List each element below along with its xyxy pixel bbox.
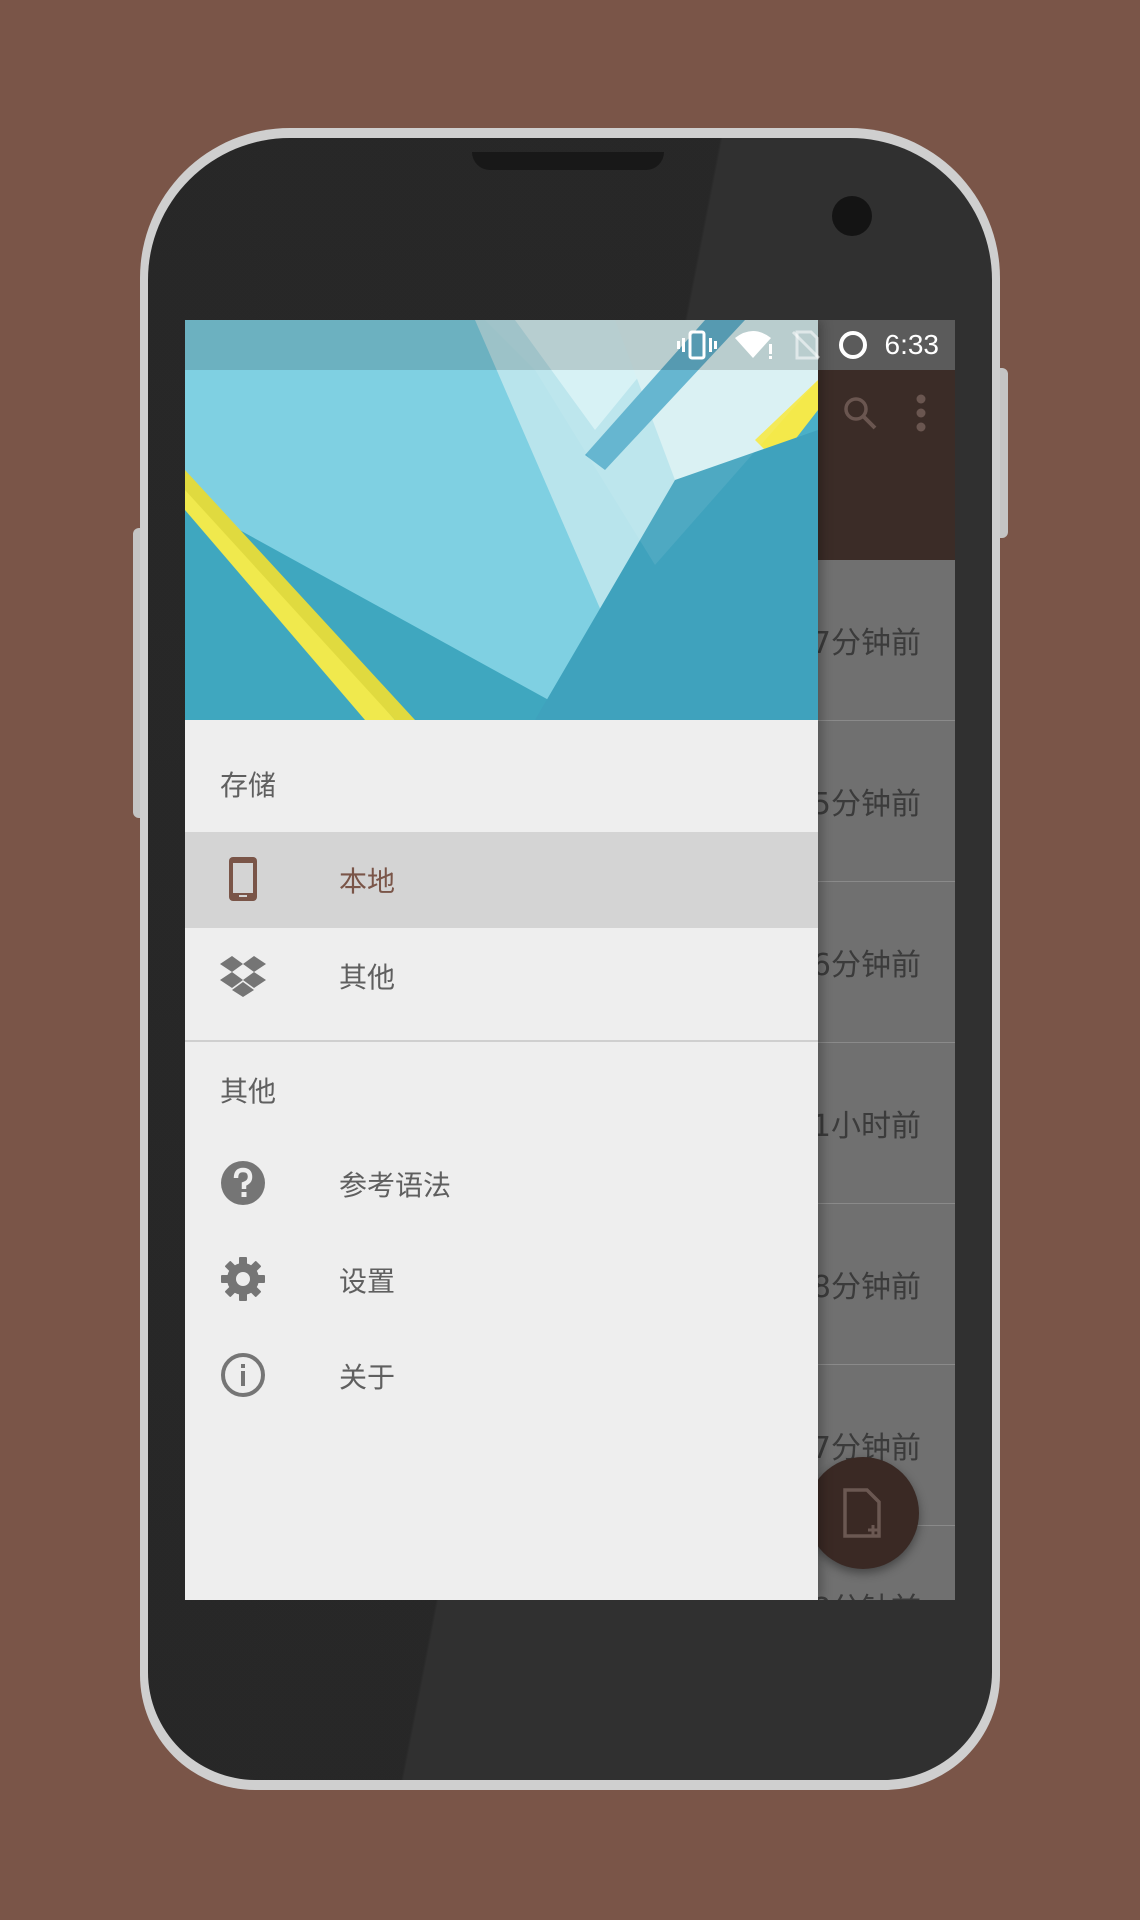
- screen: 6:33 7分钟前 5分钟前 6分钟前 1小时前 8分钟前 7分钟前 8分钟前: [185, 320, 955, 1600]
- list-item-time: 7分钟前: [811, 626, 921, 661]
- section-label-other: 其他: [220, 1075, 277, 1108]
- drawer-item-syntax-reference[interactable]: 参考语法: [185, 1136, 818, 1232]
- no-sim-icon: [791, 330, 820, 360]
- list-item-time: 8分钟前: [811, 1270, 921, 1305]
- dropbox-icon: [220, 956, 266, 997]
- list-item-time: 6分钟前: [811, 948, 921, 983]
- list-item-time: 5分钟前: [811, 787, 921, 822]
- new-file-icon: [843, 1488, 881, 1538]
- drawer-item-label: 关于: [339, 1361, 396, 1394]
- status-time: 6:33: [884, 329, 940, 360]
- drawer-item-label: 本地: [339, 865, 396, 898]
- sync-circle-icon: [838, 331, 867, 359]
- section-label-storage: 存储: [220, 769, 277, 802]
- help-icon: [221, 1161, 265, 1205]
- more-vert-icon[interactable]: [915, 394, 927, 432]
- drawer-item-settings[interactable]: 设置: [185, 1232, 818, 1328]
- status-bar: 6:33: [185, 320, 955, 370]
- drawer-item-label: 参考语法: [339, 1169, 452, 1202]
- drawer-divider: [185, 1040, 818, 1042]
- search-icon[interactable]: [843, 396, 877, 430]
- drawer-item-label: 其他: [339, 961, 396, 994]
- info-icon: [221, 1353, 265, 1397]
- new-file-button[interactable]: [807, 1457, 919, 1569]
- vibrate-icon: [676, 330, 717, 360]
- list-item-time: 8分钟前: [812, 1584, 921, 1600]
- drawer-item-other-storage[interactable]: 其他: [185, 928, 818, 1024]
- drawer-item-about[interactable]: 关于: [185, 1328, 818, 1424]
- navigation-drawer: 存储 本地 其他 其他 参考语法 设置 关于: [185, 320, 818, 1600]
- drawer-item-local[interactable]: 本地: [185, 832, 818, 928]
- earpiece-speaker: [472, 152, 664, 170]
- front-camera: [832, 196, 872, 236]
- drawer-header-image: [185, 320, 818, 720]
- gear-icon: [221, 1257, 265, 1301]
- phone-icon: [229, 857, 257, 901]
- wifi-alert-icon: [734, 331, 772, 359]
- list-item-time: 1小时前: [811, 1109, 921, 1144]
- drawer-item-label: 设置: [339, 1265, 396, 1298]
